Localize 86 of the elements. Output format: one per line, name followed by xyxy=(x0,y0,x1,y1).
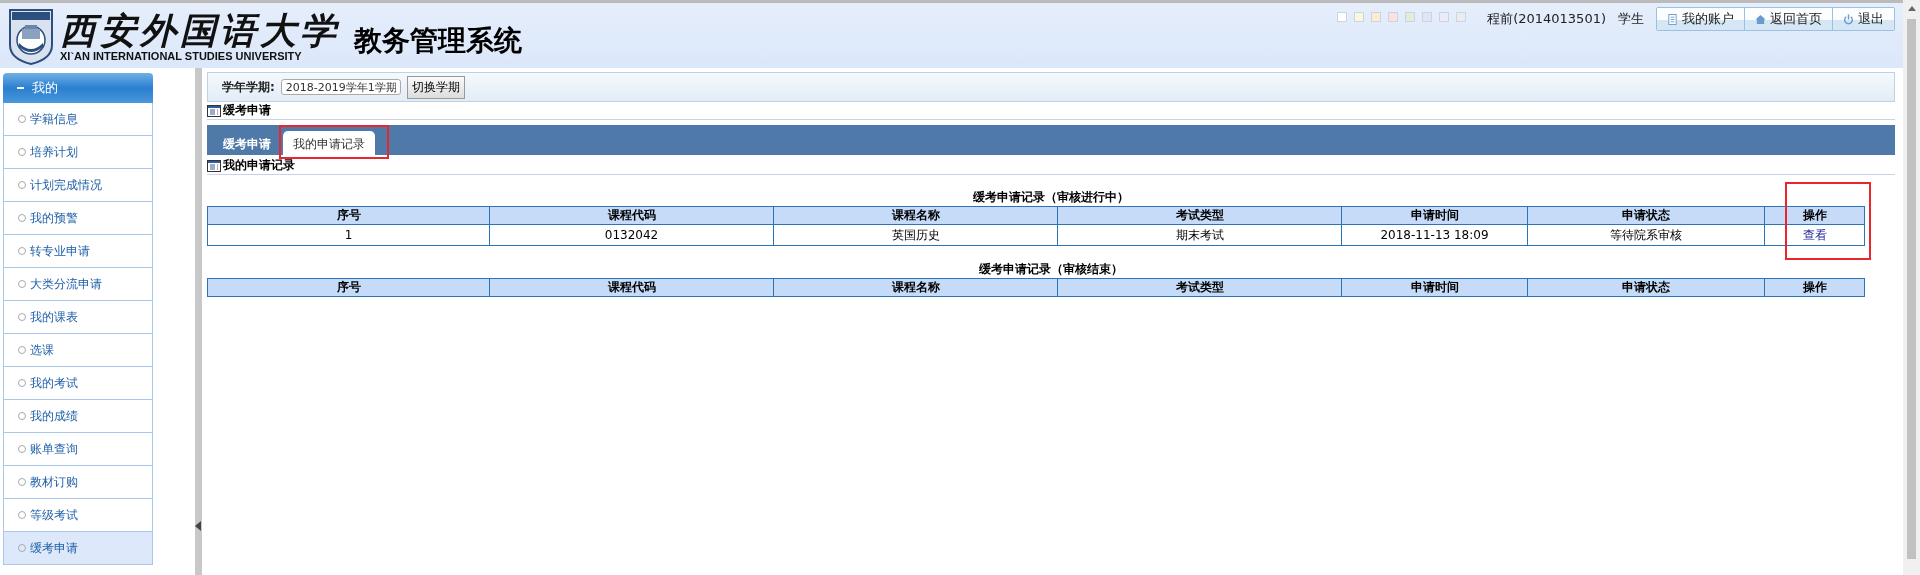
university-name: 西安外国语大学 xyxy=(60,9,340,50)
sidebar-item-label: 学籍信息 xyxy=(30,110,78,128)
sidebar-item-label: 培养计划 xyxy=(30,143,78,161)
table-caption: 缓考申请记录（审核进行中） xyxy=(972,189,1130,206)
sidebar-item[interactable]: 缓考申请 xyxy=(3,532,153,565)
semester-field[interactable]: 2018-2019学年1学期 xyxy=(280,79,401,95)
column-header: 申请状态 xyxy=(1527,278,1765,297)
university-english-name: XI`AN INTERNATIONAL STUDIES UNIVERSITY xyxy=(60,49,303,62)
semester-label: 学年学期: xyxy=(222,78,275,96)
column-header: 申请时间 xyxy=(1341,206,1528,225)
scrollbar[interactable] xyxy=(1903,0,1920,575)
tab[interactable]: 缓考申请 xyxy=(215,131,279,155)
collapse-arrow-icon[interactable] xyxy=(195,521,201,531)
sidebar-item[interactable]: 转专业申请 xyxy=(3,235,153,268)
theme-swatch[interactable] xyxy=(1457,13,1466,21)
view-link[interactable]: 查看 xyxy=(1802,227,1827,242)
theme-swatch[interactable] xyxy=(1406,13,1415,21)
header-button[interactable]: 我的账户 xyxy=(1657,8,1745,30)
column-header: 课程名称 xyxy=(773,278,1058,297)
theme-swatch[interactable] xyxy=(1389,13,1398,21)
menu-group-header[interactable]: 我的 xyxy=(3,73,153,103)
sidebar-item-label: 转专业申请 xyxy=(30,242,90,260)
window-icon xyxy=(207,104,221,117)
sidebar-item-label: 等级考试 xyxy=(30,506,78,524)
theme-swatch[interactable] xyxy=(1355,13,1364,21)
sidebar-item[interactable]: 等级考试 xyxy=(3,499,153,532)
subsection-title: 我的申请记录 xyxy=(223,157,295,174)
column-header: 序号 xyxy=(207,206,490,225)
table-caption: 缓考申请记录（审核结束） xyxy=(978,261,1124,278)
sidebar-item[interactable]: 选课 xyxy=(3,334,153,367)
user-role: 学生 xyxy=(1618,10,1644,28)
table-cell: 0132042 xyxy=(489,224,774,246)
theme-swatch[interactable] xyxy=(1338,13,1347,21)
university-emblem-icon xyxy=(8,6,54,65)
table-cell: 2018-11-13 18:09 xyxy=(1341,224,1528,246)
column-header: 序号 xyxy=(207,278,490,297)
sidebar-item[interactable]: 我的课表 xyxy=(3,301,153,334)
sidebar-item-label: 账单查询 xyxy=(30,440,78,458)
column-header: 课程代码 xyxy=(489,206,774,225)
window-icon xyxy=(207,159,221,172)
column-header: 课程名称 xyxy=(773,206,1058,225)
column-header: 操作 xyxy=(1764,278,1865,297)
column-header: 申请时间 xyxy=(1341,278,1528,297)
column-header: 考试类型 xyxy=(1057,206,1342,225)
sidebar-item-label: 我的考试 xyxy=(30,374,78,392)
home-icon xyxy=(1755,13,1766,25)
sidebar-item-label: 计划完成情况 xyxy=(30,176,102,194)
table-cell: 期末考试 xyxy=(1057,224,1342,246)
header-button[interactable]: 退出 xyxy=(1833,8,1894,30)
column-header: 操作 xyxy=(1764,206,1865,225)
tab[interactable]: 我的申请记录 xyxy=(283,131,375,155)
table-cell: 英国历史 xyxy=(773,224,1058,246)
sidebar-item-label: 选课 xyxy=(30,341,54,359)
user-name: 程前(2014013501) xyxy=(1487,10,1606,28)
system-title: 教务管理系统 xyxy=(354,22,522,59)
table-cell: 1 xyxy=(207,224,490,246)
scroll-thumb[interactable] xyxy=(1907,19,1916,559)
sidebar-item-label: 我的预警 xyxy=(30,209,78,227)
power-icon xyxy=(1843,13,1854,25)
sidebar-item[interactable]: 教材订购 xyxy=(3,466,153,499)
sidebar-item[interactable]: 学籍信息 xyxy=(3,103,153,136)
scroll-up-icon[interactable] xyxy=(1907,6,1916,11)
sidebar-item[interactable]: 我的预警 xyxy=(3,202,153,235)
section-title: 缓考申请 xyxy=(223,102,271,119)
sidebar-item-label: 大类分流申请 xyxy=(30,275,102,293)
sidebar-item-label: 我的成绩 xyxy=(30,407,78,425)
header-button[interactable]: 返回首页 xyxy=(1745,8,1833,30)
sidebar-item[interactable]: 计划完成情况 xyxy=(3,169,153,202)
document-icon xyxy=(1667,13,1678,25)
theme-swatch[interactable] xyxy=(1372,13,1381,21)
column-header: 申请状态 xyxy=(1527,206,1765,225)
sidebar-item[interactable]: 我的考试 xyxy=(3,367,153,400)
column-header: 课程代码 xyxy=(489,278,774,297)
sidebar-item[interactable]: 培养计划 xyxy=(3,136,153,169)
switch-semester-button[interactable]: 切换学期 xyxy=(406,75,465,99)
menu-group-title: 我的 xyxy=(32,79,58,97)
sidebar-item-label: 教材订购 xyxy=(30,473,78,491)
sidebar-item[interactable]: 我的成绩 xyxy=(3,400,153,433)
table-cell: 等待院系审核 xyxy=(1527,224,1765,246)
theme-swatch[interactable] xyxy=(1423,13,1432,21)
sidebar-item[interactable]: 大类分流申请 xyxy=(3,268,153,301)
theme-swatch[interactable] xyxy=(1440,13,1449,21)
sidebar-item[interactable]: 账单查询 xyxy=(3,433,153,466)
sidebar-item-label: 我的课表 xyxy=(30,308,78,326)
column-header: 考试类型 xyxy=(1057,278,1342,297)
sidebar-item-label: 缓考申请 xyxy=(30,539,78,557)
